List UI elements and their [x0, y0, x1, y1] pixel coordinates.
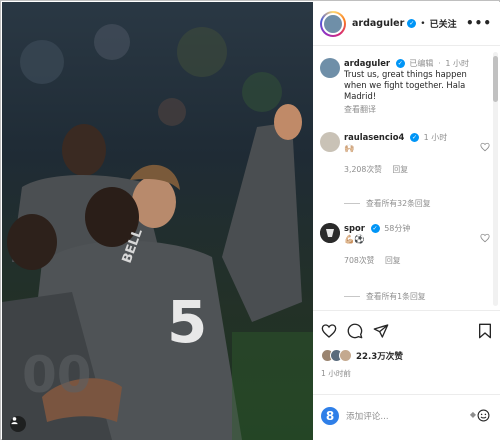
more-icon[interactable]: •••	[466, 16, 492, 30]
author-avatar-small[interactable]	[320, 58, 340, 78]
see-translation-link[interactable]: 查看翻译	[344, 104, 484, 115]
caption-time: 1 小时	[445, 59, 469, 68]
comment-item: raulasencio4 ✓ 1 小时 🙌🏼 3,208次赞 回复 查看所有32…	[320, 132, 490, 210]
separator-dot: •	[420, 18, 426, 29]
comment-input[interactable]	[346, 409, 456, 425]
svg-text:00: 00	[22, 346, 92, 404]
comment-icon[interactable]	[347, 323, 363, 339]
user-tag-icon[interactable]	[10, 416, 26, 432]
comment-heart-icon[interactable]	[480, 233, 490, 243]
players-illustration: 5 BELL 00	[2, 24, 313, 440]
scrollbar-thumb[interactable]	[493, 56, 498, 102]
comment-composer: 8 ◆	[313, 394, 500, 440]
post-photo[interactable]: 5 BELL 00	[2, 2, 313, 440]
save-icon[interactable]	[478, 323, 492, 339]
caption-item: ardaguler ✓ 已编辑 · 1 小时 Trust us, great t…	[320, 58, 490, 118]
comment-username[interactable]: raulasencio4	[344, 132, 404, 142]
comment-time: 58分钟	[384, 224, 411, 233]
comment-likes[interactable]: 3,208次赞	[344, 165, 382, 174]
emoji-picker-icon[interactable]: ◆	[470, 410, 476, 419]
liker-avatar	[339, 349, 352, 362]
follow-status-button[interactable]: 已关注	[430, 17, 457, 30]
commenter-avatar[interactable]	[320, 132, 340, 152]
post-header: ardaguler ✓ • 已关注 •••	[313, 2, 500, 46]
smile-icon[interactable]	[477, 409, 490, 422]
post-timestamp: 1 小时前	[321, 369, 352, 378]
post-dialog: 5 BELL 00 ardaguler ✓ • 已关注 ••• ardagule…	[0, 0, 500, 440]
verified-icon: ✓	[395, 59, 405, 68]
caption-text: Trust us, great things happen when we fi…	[344, 69, 467, 101]
author-username[interactable]: ardaguler	[352, 18, 404, 29]
share-icon[interactable]	[373, 323, 389, 339]
comment-heart-icon[interactable]	[480, 142, 490, 152]
commenter-avatar[interactable]	[320, 223, 340, 243]
verified-icon: ✓	[407, 19, 417, 28]
comment-text: 🙌🏼	[344, 143, 355, 153]
author-avatar[interactable]	[320, 10, 346, 37]
jersey-number: 5	[167, 288, 207, 356]
view-replies-link[interactable]: 查看所有1条回复	[344, 291, 426, 302]
caption-edited: 已编辑	[409, 59, 434, 68]
post-actions: 22.3万次赞 1 小时前 8 ◆	[313, 310, 500, 440]
comments-list[interactable]: ardaguler ✓ 已编辑 · 1 小时 Trust us, great t…	[313, 47, 500, 309]
comment-time: 1 小时	[423, 133, 448, 142]
likes-summary[interactable]: 22.3万次赞	[321, 349, 403, 362]
reply-button[interactable]: 回复	[385, 256, 401, 265]
comment-text: 💪🏼⚽	[344, 234, 365, 244]
view-replies-link[interactable]: 查看所有32条回复	[344, 198, 431, 209]
comment-username[interactable]: spor	[344, 223, 365, 233]
emoji-icon[interactable]: 8	[321, 407, 339, 425]
reply-button[interactable]: 回复	[392, 165, 408, 174]
caption-username[interactable]: ardaguler	[344, 58, 390, 68]
comment-likes[interactable]: 708次赞	[344, 256, 374, 265]
verified-icon: ✓	[409, 133, 419, 142]
verified-icon: ✓	[370, 224, 380, 233]
post-side-panel: ardaguler ✓ • 已关注 ••• ardaguler ✓ 已编辑 · …	[313, 2, 500, 440]
comment-item: spor ✓ 58分钟 💪🏼⚽ 708次赞 回复 查看所有1条回复	[320, 223, 490, 303]
likes-count[interactable]: 22.3万次赞	[356, 350, 403, 362]
heart-icon[interactable]	[321, 323, 337, 339]
